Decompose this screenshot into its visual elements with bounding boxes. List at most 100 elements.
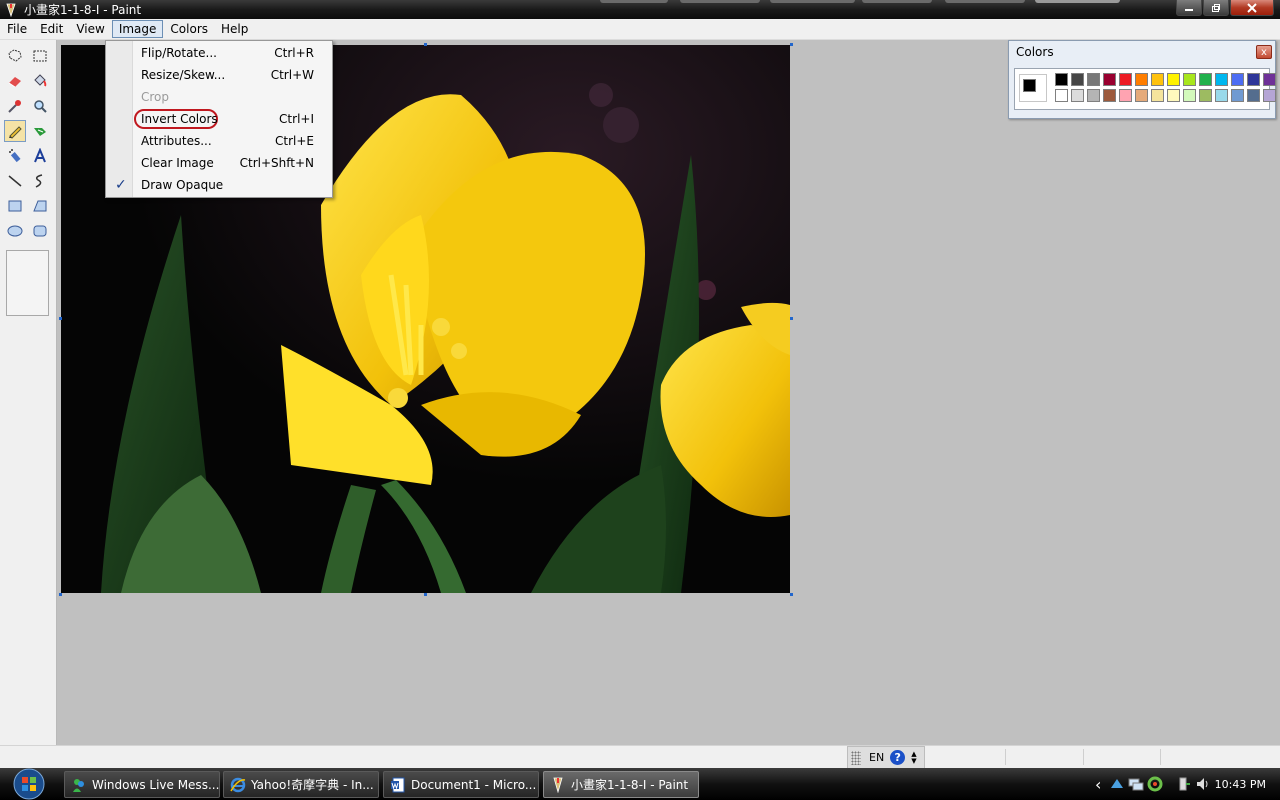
menu-view[interactable]: View [70, 21, 110, 37]
taskbar-button-paint[interactable]: 小畫家1-1-8-I - Paint [543, 771, 699, 798]
color-swatch[interactable] [1247, 89, 1260, 102]
toolbox [0, 40, 57, 745]
select-tool[interactable] [29, 45, 51, 67]
color-swatch[interactable] [1151, 73, 1164, 86]
current-colors-indicator[interactable] [1019, 74, 1047, 102]
system-tray: ‹ [1095, 768, 1214, 800]
color-swatch[interactable] [1167, 89, 1180, 102]
tool-options-box[interactable] [6, 250, 49, 316]
taskbar-button-label: Windows Live Mess... [92, 777, 220, 792]
color-swatch[interactable] [1263, 89, 1276, 102]
color-swatch[interactable] [1087, 89, 1100, 102]
color-swatch[interactable] [1119, 73, 1132, 86]
show-hidden-icons-chevron[interactable]: ‹ [1095, 775, 1101, 794]
color-swatch[interactable] [1183, 89, 1196, 102]
color-swatch[interactable] [1151, 89, 1164, 102]
color-swatch[interactable] [1247, 73, 1260, 86]
menu-item-draw-opaque[interactable]: ✓ Draw Opaque [107, 174, 332, 196]
color-swatch[interactable] [1263, 73, 1276, 86]
color-swatch[interactable] [1135, 89, 1148, 102]
network-icon[interactable] [1128, 776, 1144, 792]
menu-bar: File Edit View Image Colors Help [0, 19, 1280, 40]
menu-edit[interactable]: Edit [34, 21, 69, 37]
eraser-tool[interactable] [4, 70, 26, 92]
magnifier-tool[interactable] [29, 95, 51, 117]
window-title: 小畫家1-1-8-I - Paint [24, 3, 142, 17]
menu-image[interactable]: Image [111, 20, 164, 38]
language-bar[interactable]: EN ? ▲ ▼ [847, 746, 925, 769]
airbrush-icon [9, 149, 21, 163]
color-swatch[interactable] [1167, 73, 1180, 86]
color-swatch[interactable] [1183, 73, 1196, 86]
line-tool[interactable] [4, 170, 26, 192]
rounded-rectangle-tool[interactable] [29, 220, 51, 242]
start-button[interactable] [8, 768, 50, 800]
menu-help[interactable]: Help [215, 21, 254, 37]
paint-bucket-icon [34, 74, 47, 87]
menu-item-flip-rotate[interactable]: Flip/Rotate... Ctrl+R [107, 42, 332, 64]
volume-icon[interactable] [1195, 776, 1211, 792]
free-form-select-tool[interactable] [4, 45, 26, 67]
fill-tool[interactable] [29, 70, 51, 92]
curve-icon [35, 174, 43, 188]
color-swatch[interactable] [1071, 89, 1084, 102]
rectangle-tool[interactable] [4, 195, 26, 217]
checkmark-icon: ✓ [115, 177, 127, 193]
help-icon[interactable]: ? [890, 750, 906, 765]
ellipse-tool[interactable] [4, 220, 26, 242]
color-swatch[interactable] [1199, 89, 1212, 102]
internet-explorer-icon [230, 777, 246, 792]
menu-item-invert-colors[interactable]: Invert Colors Ctrl+I [107, 108, 332, 130]
text-tool[interactable] [29, 145, 51, 167]
airbrush-tool[interactable] [4, 145, 26, 167]
color-swatch[interactable] [1103, 73, 1116, 86]
color-swatch[interactable] [1199, 73, 1212, 86]
colors-window-close-button[interactable]: x [1256, 45, 1272, 59]
line-icon [8, 175, 22, 187]
color-swatch[interactable] [1215, 73, 1228, 86]
image-menu-dropdown: Flip/Rotate... Ctrl+R Resize/Skew... Ctr… [105, 40, 333, 198]
menu-file[interactable]: File [1, 21, 33, 37]
restore-button[interactable] [1203, 0, 1229, 16]
pencil-tool[interactable] [4, 120, 26, 142]
language-indicator[interactable]: EN [869, 751, 884, 764]
title-bar: 小畫家1-1-8-I - Paint [0, 0, 1280, 19]
close-button[interactable] [1230, 0, 1274, 16]
language-bar-options-icon[interactable]: ▲ ▼ [911, 750, 916, 765]
color-swatch[interactable] [1119, 89, 1132, 102]
taskbar-button-word[interactable]: Document1 - Micro... [383, 771, 539, 798]
menu-colors[interactable]: Colors [164, 21, 214, 37]
browser-tray-icon[interactable] [1147, 776, 1163, 792]
color-swatch[interactable] [1103, 89, 1116, 102]
word-icon [391, 777, 405, 792]
curve-tool[interactable] [29, 170, 51, 192]
menu-item-attributes[interactable]: Attributes... Ctrl+E [107, 130, 332, 152]
color-swatch[interactable] [1231, 73, 1244, 86]
color-swatch[interactable] [1055, 89, 1068, 102]
color-palette [1014, 68, 1276, 110]
ellipse-icon [7, 225, 23, 237]
tray-app-icon[interactable] [1109, 776, 1125, 792]
system-clock[interactable]: 10:43 PM [1215, 768, 1266, 800]
taskbar-button-internet-explorer[interactable]: Yahoo!奇摩字典 - In... [223, 771, 379, 798]
polygon-tool[interactable] [29, 195, 51, 217]
taskbar: Windows Live Mess... Yahoo!奇摩字典 - In... … [0, 768, 1280, 800]
color-swatch[interactable] [1135, 73, 1148, 86]
color-swatch[interactable] [1215, 89, 1228, 102]
taskbar-button-messenger[interactable]: Windows Live Mess... [64, 771, 220, 798]
magnifier-icon [34, 100, 47, 113]
text-a-icon [34, 148, 46, 163]
color-swatch[interactable] [1055, 73, 1068, 86]
pick-color-tool[interactable] [4, 95, 26, 117]
menu-item-resize-skew[interactable]: Resize/Skew... Ctrl+W [107, 64, 332, 86]
color-swatch[interactable] [1071, 73, 1084, 86]
color-swatch[interactable] [1087, 73, 1100, 86]
paint-app-icon [6, 3, 16, 17]
brush-tool[interactable] [29, 120, 51, 142]
safely-remove-hardware-icon[interactable] [1176, 776, 1192, 792]
taskbar-button-label: Yahoo!奇摩字典 - In... [251, 778, 374, 792]
color-swatch[interactable] [1231, 89, 1244, 102]
minimize-button[interactable] [1176, 0, 1202, 16]
grip-handle[interactable] [851, 750, 861, 765]
menu-item-clear-image[interactable]: Clear Image Ctrl+Shft+N [107, 152, 332, 174]
